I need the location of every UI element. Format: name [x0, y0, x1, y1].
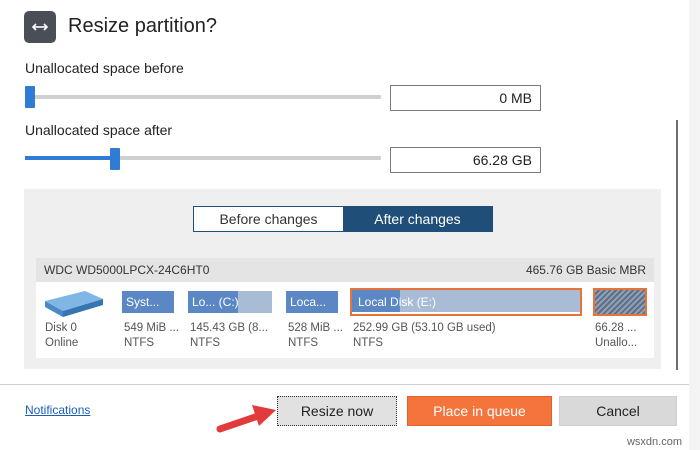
footer-divider	[0, 384, 689, 385]
partition-c-size: 145.43 GB (8...	[190, 322, 268, 334]
partition-e[interactable]: Local Disk (E:)	[350, 288, 582, 316]
partition-unallocated-fs: Unallo...	[595, 337, 638, 349]
hard-disk-icon	[41, 287, 107, 324]
partition-recovery-size: 528 MiB ...	[288, 322, 343, 334]
before-value-field[interactable]: 0 MB	[390, 85, 541, 111]
disk-label: Disk 0	[45, 322, 77, 334]
place-in-queue-button[interactable]: Place in queue	[407, 396, 552, 426]
partition-unallocated-size: 66.28 ...	[595, 322, 637, 334]
partition-c-label: Lo... (C:)	[192, 295, 239, 309]
partition-system-fs: NTFS	[124, 337, 155, 349]
watermark-text: wsxdn.com	[626, 436, 682, 448]
partition-system-label: Syst...	[126, 295, 160, 309]
resize-now-button[interactable]: Resize now	[277, 396, 397, 426]
after-changes-tab[interactable]: After changes	[343, 207, 492, 231]
unallocated-hatch	[595, 290, 645, 314]
before-slider-track[interactable]	[25, 95, 381, 99]
partition-recovery[interactable]: Loca...	[286, 289, 338, 315]
view-toggle: Before changes After changes	[193, 206, 493, 232]
partition-e-fs: NTFS	[353, 337, 384, 349]
disk-info: 465.76 GB Basic MBR	[525, 263, 646, 277]
resize-arrows-icon	[31, 23, 49, 31]
before-changes-tab[interactable]: Before changes	[194, 207, 343, 231]
before-slider-thumb[interactable]	[25, 86, 35, 108]
partition-c-fs: NTFS	[190, 337, 221, 349]
before-label: Unallocated space before	[25, 60, 184, 76]
partition-system-bar: Syst...	[122, 291, 174, 313]
disk-model: WDC WD5000LPCX-24C6HT0	[44, 263, 210, 277]
partition-e-label: Local Disk (E:)	[358, 295, 437, 309]
after-slider-thumb[interactable]	[110, 148, 120, 170]
partition-c-bar: Lo... (C:)	[188, 291, 272, 313]
after-value-field[interactable]: 66.28 GB	[390, 147, 541, 173]
partition-e-bar: Local Disk (E:)	[352, 290, 580, 312]
partition-system-size: 549 MiB ...	[124, 322, 179, 334]
dialog-icon	[24, 11, 56, 43]
partition-e-size: 252.99 GB (53.10 GB used)	[353, 322, 496, 334]
scrollbar-thumb[interactable]	[676, 120, 678, 370]
window-edge	[689, 0, 700, 450]
disk-status: Online	[45, 337, 79, 349]
partition-recovery-bar: Loca...	[286, 291, 338, 313]
partition-c[interactable]: Lo... (C:)	[188, 289, 272, 315]
after-slider-track[interactable]	[25, 156, 381, 160]
partition-unallocated[interactable]	[593, 288, 647, 316]
cancel-button[interactable]: Cancel	[559, 396, 677, 426]
after-label: Unallocated space after	[25, 122, 173, 138]
partition-recovery-label: Loca...	[290, 295, 327, 309]
disk-header: WDC WD5000LPCX-24C6HT0 465.76 GB Basic M…	[36, 258, 654, 282]
red-arrow-annotation	[214, 396, 280, 441]
notifications-link[interactable]: Notifications	[25, 403, 90, 417]
partition-recovery-fs: NTFS	[288, 337, 319, 349]
after-slider-fill	[25, 156, 113, 160]
dialog-title: Resize partition?	[68, 15, 217, 37]
partition-system[interactable]: Syst...	[122, 289, 174, 315]
